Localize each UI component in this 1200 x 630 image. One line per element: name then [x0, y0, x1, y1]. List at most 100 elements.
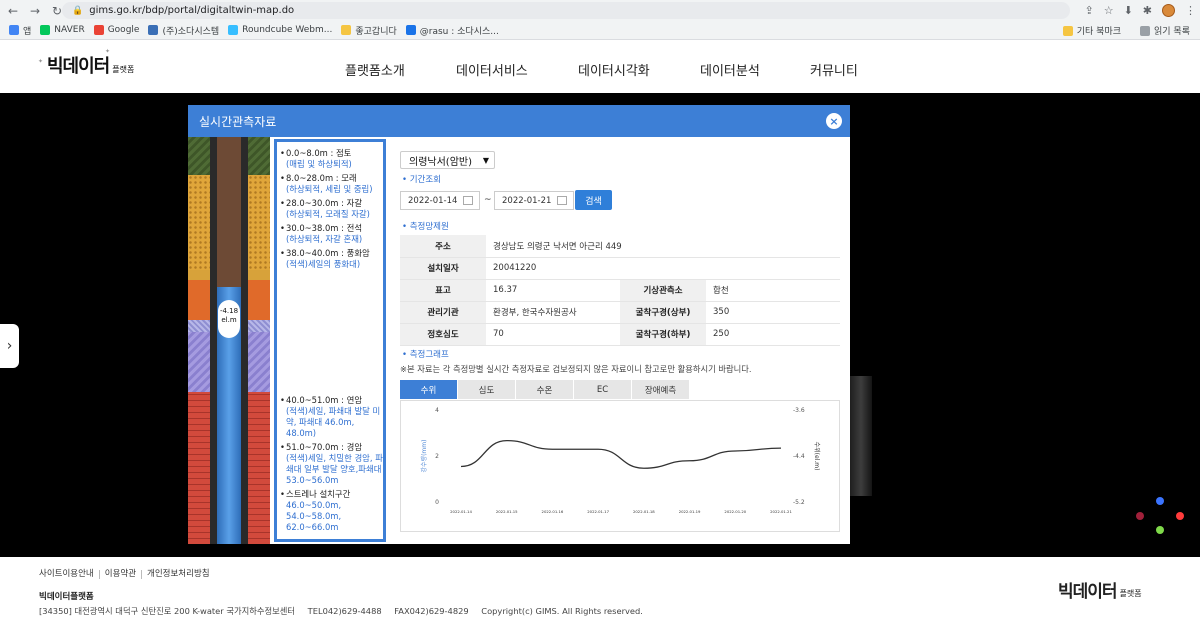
bookmark-google[interactable]: Google — [93, 25, 139, 35]
footer-links: 사이트이용안내 이용약관 개인정보처리방침 — [39, 570, 215, 579]
layer-legend: 0.0~8.0m : 점토(매립 및 하상퇴적) 8.0~28.0m : 모래(… — [274, 139, 386, 542]
bookmark-naver[interactable]: NAVER — [40, 25, 85, 35]
legend-item: 스트레나 설치구간46.0~50.0m, 54.0~58.0m, 62.0~66… — [280, 489, 383, 533]
borehole-diagram: -4.18 el.m — [188, 137, 270, 544]
legend-item: 0.0~8.0m : 점토(매립 및 하상퇴적) — [280, 148, 383, 170]
google-icon — [93, 25, 104, 35]
tab-water-level[interactable]: 수위 — [400, 380, 457, 399]
nav-community[interactable]: 커뮤니티 — [810, 60, 858, 79]
layer-clay — [188, 137, 210, 175]
layer-weathered-rock — [248, 320, 270, 332]
extension-icon[interactable]: ✱ — [1143, 4, 1152, 17]
nav-data-service[interactable]: 데이터서비스 — [456, 60, 528, 79]
footer-link-guide[interactable]: 사이트이용안내 — [39, 570, 100, 579]
x-tick-label: 2022.01.14 — [450, 509, 472, 514]
soda-icon — [148, 25, 159, 35]
layer-sand — [248, 175, 270, 270]
date-from-input[interactable]: 2022-01-14 — [400, 191, 480, 210]
bookmark-roundcube[interactable]: Roundcube Webm... — [228, 25, 332, 35]
layer-boulder — [188, 280, 210, 320]
bookmarks-bar: 앱 NAVER Google (주)소다시스템 Roundcube Webm..… — [0, 21, 1200, 40]
disclaimer-note: ※본 자료는 각 측정망별 실시간 측정자료로 검보정되지 않은 자료이니 참고… — [400, 364, 752, 374]
date-to-input[interactable]: 2022-01-21 — [494, 191, 574, 210]
bookmark-other[interactable]: 기타 북마크 — [1062, 24, 1121, 37]
observation-panel: 의령낙서(암반) ▼ 기간조회 2022-01-14 ~ 2022-01-21 … — [388, 139, 850, 544]
modal-header: 실시간관측자료 × — [188, 105, 850, 137]
table-row: 표고 16.37 기상관측소 합천 — [400, 279, 840, 302]
water-level-badge: -4.18 el.m — [218, 300, 240, 338]
address-bar[interactable]: 🔒 gims.go.kr/bdp/portal/digitaltwin-map.… — [62, 2, 1070, 19]
site-header: ✦ 빅데이터 플랫폼 ✦ 플랫폼소개 데이터서비스 데이터시각화 데이터분석 커… — [0, 40, 1200, 93]
layer-soft-rock — [248, 332, 270, 392]
download-icon[interactable]: ⬇ — [1124, 4, 1133, 17]
station-title: 측정망제원 — [402, 220, 449, 232]
back-icon[interactable]: ← — [4, 2, 22, 20]
close-icon[interactable]: × — [826, 113, 842, 129]
url-text: gims.go.kr/bdp/portal/digitaltwin-map.do — [89, 5, 295, 16]
page-icon — [405, 25, 416, 35]
naver-icon — [40, 25, 51, 35]
bookmark-apps[interactable]: 앱 — [9, 24, 31, 37]
x-tick-label: 2022.01.19 — [679, 509, 701, 514]
folder-icon — [341, 25, 352, 35]
y-tick-label: 0 — [435, 499, 439, 506]
y-tick-label: 2 — [435, 453, 439, 460]
footer-address: [34350] 대전광역시 대덕구 신탄진로 200 K-water 국가지하수… — [39, 606, 643, 616]
bookmark-reading-list[interactable]: 읽기 목록 — [1140, 24, 1190, 37]
menu-icon[interactable]: ⋮ — [1185, 4, 1196, 17]
bookmark-rasu[interactable]: @rasu : 소다시스... — [405, 24, 499, 37]
layer-gravel — [248, 270, 270, 280]
layer-hard-rock — [248, 392, 270, 544]
folder-icon — [1062, 25, 1073, 36]
water-level-chart: 4 2 0 -3.6 -4.4 -5.2 강수량(mm) 수위(el.m) 2022.01.14… — [400, 400, 840, 532]
graph-tabs: 수위 심도 수온 EC 장애예측 — [400, 380, 690, 399]
reading-list-icon — [1140, 25, 1151, 36]
x-tick-label: 2022.01.16 — [542, 509, 564, 514]
layer-gravel — [188, 270, 210, 280]
share-icon[interactable]: ⇪ — [1084, 4, 1093, 17]
modal-title: 실시간관측자료 — [199, 114, 277, 129]
x-tick-label: 2022.01.15 — [496, 509, 518, 514]
apps-icon — [9, 25, 19, 35]
forward-icon[interactable]: → — [26, 2, 44, 20]
roundcube-icon — [228, 25, 239, 35]
period-title: 기간조회 — [402, 173, 441, 185]
calendar-icon[interactable] — [463, 196, 473, 205]
tab-depth[interactable]: 심도 — [458, 380, 515, 399]
bookmark-soda[interactable]: (주)소다시스템 — [148, 24, 219, 37]
observation-modal: 실시간관측자료 × -4.18 el.m 0.0~8.0m : 점토(매립 및 … — [188, 105, 850, 544]
tab-fault-prediction[interactable]: 장애예측 — [632, 380, 689, 399]
legend-item: 38.0~40.0m : 풍화암(적색)세일의 풍화대) — [280, 248, 383, 270]
footer-link-terms[interactable]: 이용약관 — [100, 570, 143, 579]
star-icon[interactable]: ☆ — [1104, 4, 1114, 17]
y2-tick-label: -4.4 — [793, 453, 805, 460]
nav-platform-intro[interactable]: 플랫폼소개 — [345, 60, 405, 79]
y-axis-label: 강수량(mm) — [420, 440, 428, 473]
profile-avatar[interactable] — [1162, 4, 1175, 17]
station-select[interactable]: 의령낙서(암반) ▼ — [400, 151, 495, 169]
calendar-icon[interactable] — [557, 196, 567, 205]
y2-axis-label: 수위(el.m) — [813, 442, 821, 471]
axis-x-icon — [1176, 512, 1184, 520]
search-button[interactable]: 검색 — [575, 190, 612, 210]
axis-z-icon — [1156, 497, 1164, 505]
bookmark-folder[interactable]: 좋고갑니다 — [341, 24, 397, 37]
main-nav: 플랫폼소개 데이터서비스 데이터시각화 데이터분석 커뮤니티 — [0, 60, 1200, 79]
chart-canvas: 4 2 0 -3.6 -4.4 -5.2 강수량(mm) 수위(el.m) 2022.01.14… — [420, 407, 821, 514]
footer-link-privacy[interactable]: 개인정보처리방침 — [142, 570, 215, 579]
y-tick-label: 4 — [435, 407, 439, 414]
y2-tick-label: -3.6 — [793, 407, 805, 414]
nav-data-analysis[interactable]: 데이터분석 — [700, 60, 760, 79]
tab-ec[interactable]: EC — [574, 380, 631, 399]
legend-item: 28.0~30.0m : 자갈(하상퇴적, 모래질 자갈) — [280, 198, 383, 220]
legend-item: 30.0~38.0m : 전석(하상퇴적, 자갈 혼재) — [280, 223, 383, 245]
layer-weathered-rock — [188, 320, 210, 332]
table-row: 설치일자 20041220 — [400, 257, 840, 280]
panel-toggle-arrow-icon[interactable]: › — [0, 324, 19, 368]
footer-org-name: 빅데이터플랫폼 — [39, 592, 94, 602]
axis-y-icon — [1156, 526, 1164, 534]
x-tick-label: 2022.01.17 — [587, 509, 609, 514]
nav-data-visualization[interactable]: 데이터시각화 — [578, 60, 650, 79]
table-row: 정호심도 70 굴착구경(하부) 250 — [400, 323, 840, 346]
tab-temperature[interactable]: 수온 — [516, 380, 573, 399]
